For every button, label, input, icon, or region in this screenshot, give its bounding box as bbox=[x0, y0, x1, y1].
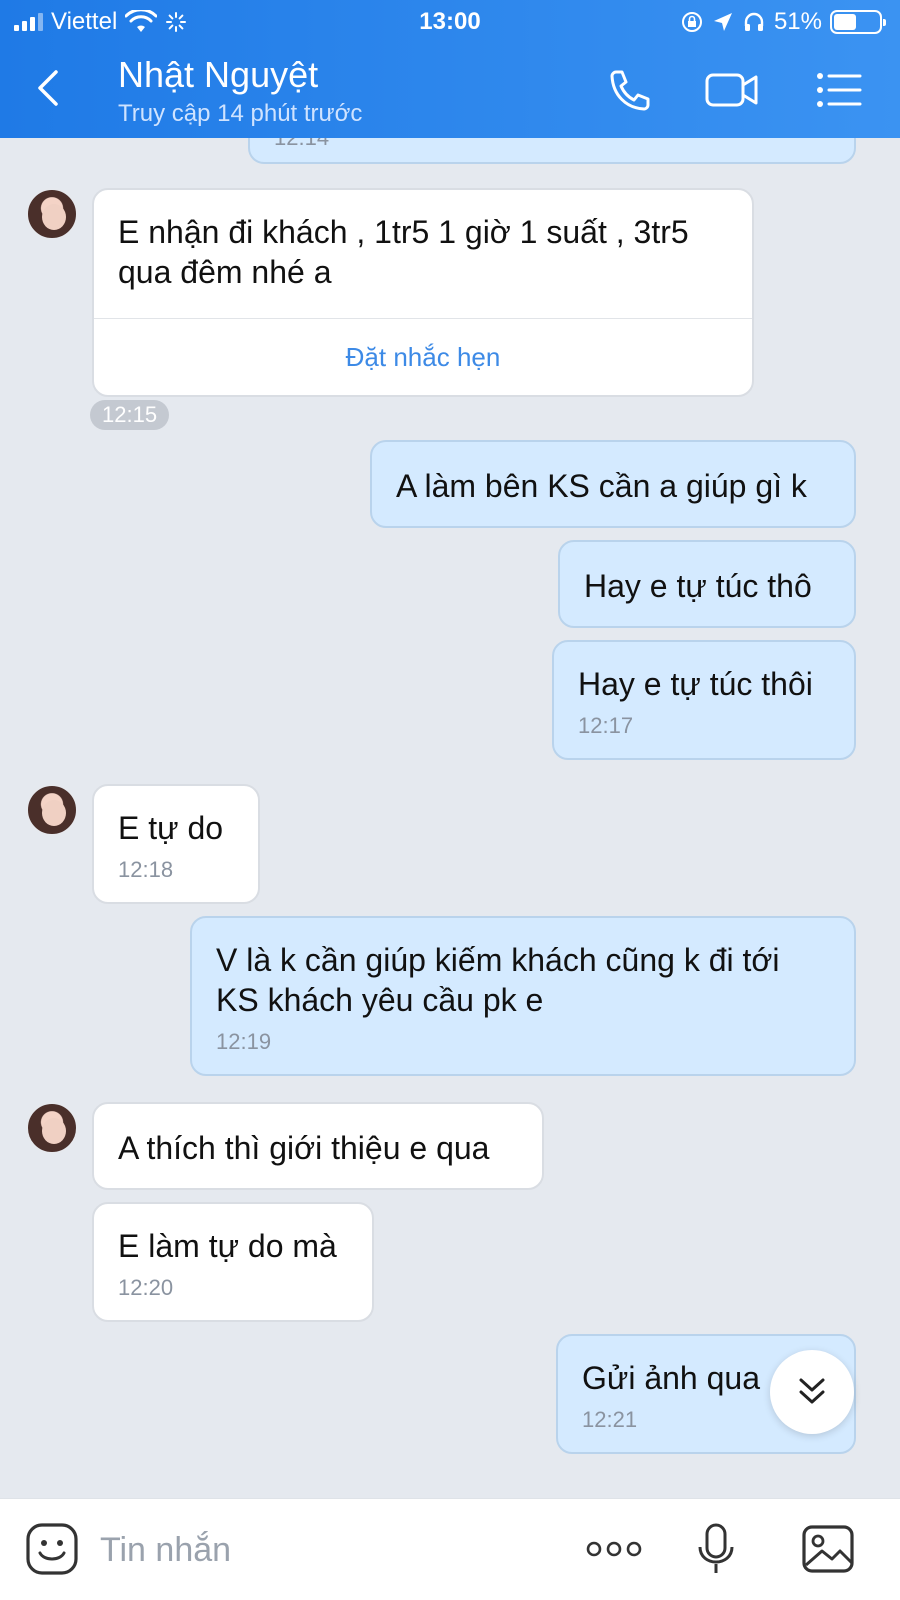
message-time: 12:14 bbox=[274, 138, 329, 152]
message-text: Hay e tự túc thô bbox=[584, 568, 812, 604]
message-input[interactable] bbox=[100, 1523, 560, 1577]
battery-percent: 51% bbox=[773, 8, 822, 35]
message-bubble-incoming[interactable]: A thích thì giới thiệu e qua bbox=[92, 1102, 544, 1190]
status-bar: Viettel 13:00 51% bbox=[0, 0, 900, 44]
message-text: E tự do bbox=[118, 810, 224, 846]
message-bubble-outgoing[interactable]: 12:14 bbox=[248, 138, 856, 164]
more-icon[interactable] bbox=[584, 1521, 644, 1577]
headphones-icon bbox=[744, 12, 764, 31]
scroll-to-bottom-button[interactable] bbox=[770, 1350, 854, 1434]
message-time-badge: 12:15 bbox=[90, 400, 170, 430]
rotation-lock-icon bbox=[681, 12, 702, 32]
message-time: 12:17 bbox=[578, 713, 634, 738]
message-time: 12:18 bbox=[118, 857, 174, 882]
message-bubble-incoming[interactable]: E làm tự do mà 12:20 bbox=[92, 1202, 374, 1322]
avatar[interactable] bbox=[26, 188, 78, 240]
contact-last-seen: Truy cập 14 phút trước bbox=[118, 100, 363, 127]
message-text: V là k cần giúp kiếm khách cũng k đi tới… bbox=[216, 942, 780, 1018]
message-time: 12:20 bbox=[118, 1275, 174, 1300]
message-bubble-incoming[interactable]: E nhận đi khách , 1tr5 1 giờ 1 suất , 3t… bbox=[92, 188, 754, 397]
message-text: E làm tự do mà bbox=[118, 1228, 337, 1264]
double-chevron-down-icon bbox=[799, 1378, 825, 1404]
battery-icon bbox=[830, 10, 886, 34]
avatar[interactable] bbox=[26, 784, 78, 836]
avatar[interactable] bbox=[26, 1102, 78, 1154]
image-icon[interactable] bbox=[800, 1521, 856, 1577]
message-text: A thích thì giới thiệu e qua bbox=[118, 1130, 490, 1166]
message-bubble-outgoing[interactable]: Hay e tự túc thôi 12:17 bbox=[552, 640, 856, 760]
message-list[interactable]: 12:14 E nhận đi khách , 1tr5 1 giờ 1 suấ… bbox=[0, 138, 900, 1498]
message-bubble-incoming[interactable]: E tự do 12:18 bbox=[92, 784, 260, 904]
chat-header: Viettel 13:00 51% Nhật Nguyệt Truy cập 1… bbox=[0, 0, 900, 138]
message-text: E nhận đi khách , 1tr5 1 giờ 1 suất , 3t… bbox=[118, 214, 689, 290]
battery-level bbox=[834, 14, 857, 30]
contact-name[interactable]: Nhật Nguyệt bbox=[118, 54, 318, 96]
message-bubble-outgoing[interactable]: V là k cần giúp kiếm khách cũng k đi tới… bbox=[190, 916, 856, 1076]
message-time: 12:19 bbox=[216, 1029, 272, 1054]
message-text: A làm bên KS cần a giúp gì k bbox=[396, 468, 807, 504]
message-text: Hay e tự túc thôi bbox=[578, 666, 813, 702]
message-composer bbox=[0, 1498, 900, 1600]
nav-bar: Nhật Nguyệt Truy cập 14 phút trước bbox=[0, 44, 900, 138]
sticker-icon[interactable] bbox=[24, 1521, 80, 1577]
location-icon bbox=[713, 13, 732, 31]
message-bubble-outgoing[interactable]: A làm bên KS cần a giúp gì k bbox=[370, 440, 856, 528]
phone-icon[interactable] bbox=[604, 64, 656, 116]
back-arrow-icon[interactable] bbox=[28, 66, 72, 110]
video-call-icon[interactable] bbox=[704, 64, 760, 116]
microphone-icon[interactable] bbox=[688, 1521, 744, 1577]
status-right: 51% bbox=[680, 8, 886, 36]
menu-list-icon[interactable] bbox=[814, 64, 866, 116]
set-reminder-button[interactable]: Đặt nhắc hẹn bbox=[94, 318, 752, 395]
message-bubble-outgoing[interactable]: Hay e tự túc thô bbox=[558, 540, 856, 628]
